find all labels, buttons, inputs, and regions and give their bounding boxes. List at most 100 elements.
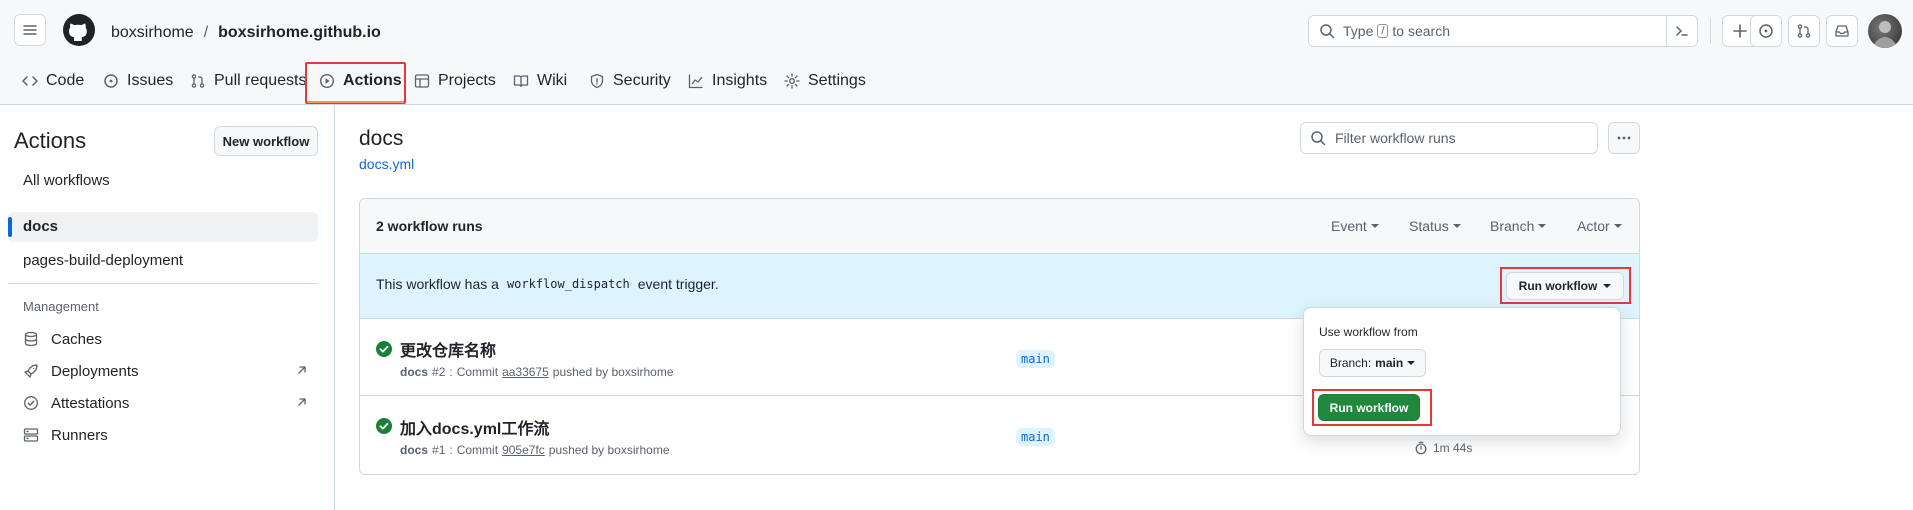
tab-security[interactable]: Security — [589, 61, 671, 101]
book-icon — [513, 75, 529, 88]
tab-pull-requests[interactable]: Pull requests — [190, 61, 307, 101]
filter-workflow-runs-input[interactable]: Filter workflow runs — [1300, 122, 1598, 154]
arrow-up-right-icon — [298, 398, 306, 406]
check-circle-fill-icon — [376, 341, 392, 357]
confirm-run-workflow-button[interactable]: Run workflow — [1318, 394, 1420, 421]
caret-down-icon — [1452, 224, 1461, 228]
run-2-duration: 1m 44s — [1414, 441, 1472, 455]
issues-shortcut-button[interactable] — [1750, 15, 1782, 47]
filter-branch[interactable]: Branch — [1490, 218, 1547, 234]
inbox-button[interactable] — [1826, 15, 1858, 47]
run-1-commit-label: Commit — [456, 365, 499, 379]
breadcrumb-repo[interactable]: boxsirhome.github.io — [218, 24, 381, 42]
check-circle-fill-icon — [376, 418, 392, 434]
attestations-external-link[interactable] — [296, 396, 308, 408]
dispatch-prefix: This workflow has a — [376, 276, 499, 292]
run-2-workflow: docs — [400, 443, 429, 457]
run-1-pushed-by: pushed by boxsirhome — [552, 365, 674, 379]
tab-insights[interactable]: Insights — [688, 61, 767, 101]
use-workflow-from-label: Use workflow from — [1319, 325, 1418, 339]
tab-wiki[interactable]: Wiki — [513, 61, 567, 101]
avatar-image — [1873, 21, 1897, 48]
run-2-commit[interactable]: 905e7fc — [502, 443, 545, 457]
pull-requests-shortcut-button[interactable] — [1788, 15, 1820, 47]
filter-placeholder: Filter workflow runs — [1335, 130, 1456, 146]
filter-status-label: Status — [1409, 218, 1449, 234]
run-2-title[interactable]: 加入docs.yml工作流 — [400, 415, 549, 439]
tab-projects-label: Projects — [438, 72, 496, 89]
deployments-external-link[interactable] — [296, 364, 308, 376]
run-1-commit[interactable]: aa33675 — [502, 365, 549, 379]
deployments-label: Deployments — [51, 362, 139, 380]
run-1-status — [376, 341, 392, 357]
tab-settings-label: Settings — [808, 72, 866, 89]
tab-actions[interactable]: Actions — [319, 61, 402, 101]
workflow-file-link[interactable]: docs.yml — [359, 156, 414, 172]
selected-indicator — [8, 217, 12, 237]
graph-icon — [688, 74, 703, 89]
tab-pull-requests-label: Pull requests — [214, 72, 307, 89]
tab-security-label: Security — [613, 72, 671, 89]
sidebar-item-runners[interactable]: Runners — [23, 425, 108, 445]
attestations-label: Attestations — [51, 394, 130, 412]
shield-icon — [590, 73, 604, 89]
branch-select-button[interactable]: Branch: main — [1319, 349, 1426, 377]
filter-actor[interactable]: Actor — [1577, 218, 1622, 234]
global-search-input[interactable]: Type / to search — [1308, 15, 1698, 47]
inbox-icon — [1835, 25, 1849, 37]
hamburger-menu-button[interactable] — [14, 14, 46, 46]
sidebar-item-pages-build-deployment[interactable]: pages-build-deployment — [23, 250, 183, 270]
user-avatar[interactable] — [1868, 14, 1902, 48]
filter-status[interactable]: Status — [1409, 218, 1461, 234]
kebab-horizontal-icon — [1617, 136, 1631, 140]
caret-down-icon — [1407, 361, 1416, 365]
filter-event[interactable]: Event — [1331, 218, 1379, 234]
run-1-meta: docs #2: Commit aa33675 pushed by boxsir… — [400, 365, 674, 379]
verified-icon — [24, 396, 38, 410]
new-workflow-button[interactable]: New workflow — [214, 126, 318, 156]
run-workflow-dropdown-button[interactable]: Run workflow — [1506, 272, 1624, 300]
branch-select-value: main — [1375, 356, 1404, 370]
github-logo-icon — [63, 14, 95, 46]
runs-count: 2 workflow runs — [376, 218, 483, 234]
arrow-up-right-icon — [298, 366, 306, 374]
sidebar-item-docs[interactable]: docs — [8, 212, 318, 242]
tab-actions-label: Actions — [343, 72, 402, 89]
run-2-branch[interactable]: main — [1016, 428, 1055, 446]
github-logo[interactable] — [62, 13, 96, 47]
hamburger-icon — [23, 25, 37, 35]
cache-icon — [24, 331, 38, 347]
table-icon — [414, 74, 430, 88]
all-workflows-label: All workflows — [23, 171, 110, 189]
filter-branch-label: Branch — [1490, 218, 1535, 234]
terminal-icon — [1676, 26, 1688, 36]
tab-issues[interactable]: Issues — [103, 61, 173, 101]
sidebar-item-caches[interactable]: Caches — [23, 329, 102, 349]
run-1-title[interactable]: 更改仓库名称 — [400, 337, 496, 361]
code-icon — [22, 76, 38, 86]
sidebar-item-deployments[interactable]: Deployments — [23, 361, 139, 381]
run-1-branch[interactable]: main — [1016, 350, 1055, 368]
run-1-number: #2 — [432, 365, 446, 379]
sidebar-item-docs-label: docs — [23, 218, 59, 235]
tab-code[interactable]: Code — [22, 61, 84, 101]
rocket-icon — [24, 364, 38, 378]
filter-actor-label: Actor — [1577, 218, 1610, 234]
sidebar-divider — [334, 104, 335, 510]
sidebar-title: Actions — [14, 128, 87, 153]
server-icon — [23, 428, 39, 442]
breadcrumb-owner[interactable]: boxsirhome — [111, 24, 194, 42]
new-workflow-label: New workflow — [222, 133, 310, 149]
run-workflow-dropdown-label: Run workflow — [1518, 279, 1598, 293]
run-2-meta: docs #1: Commit 905e7fc pushed by boxsir… — [400, 443, 670, 457]
actions-tab-underline — [307, 101, 404, 103]
tab-projects[interactable]: Projects — [414, 61, 496, 101]
run-2-status — [376, 418, 392, 434]
filter-event-label: Event — [1331, 218, 1367, 234]
command-palette-button[interactable] — [1666, 16, 1697, 46]
tab-settings[interactable]: Settings — [784, 61, 866, 101]
more-options-button[interactable] — [1608, 122, 1640, 154]
run-2-commit-label: Commit — [456, 443, 499, 457]
sidebar-item-all-workflows[interactable]: All workflows — [23, 170, 110, 190]
sidebar-item-attestations[interactable]: Attestations — [23, 393, 129, 413]
